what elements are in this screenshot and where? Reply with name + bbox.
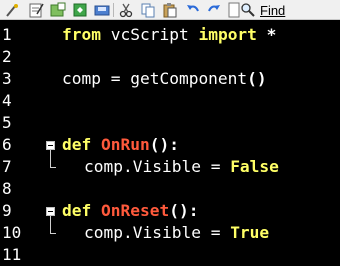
line-number: 1 xyxy=(2,25,12,44)
line-number: 3 xyxy=(2,69,12,88)
code-line-9: def OnReset(): xyxy=(62,200,198,222)
fold-toggle-onrun[interactable] xyxy=(46,141,55,150)
cut-icon[interactable] xyxy=(118,2,134,18)
code-line-1: from vcScript import * xyxy=(62,24,276,46)
function-name: OnRun xyxy=(91,135,150,154)
code-punct: (): xyxy=(169,201,199,220)
line-number: 6 xyxy=(2,135,12,154)
fold-toggle-onreset[interactable] xyxy=(46,207,55,216)
toolbar-separator xyxy=(113,3,114,17)
keyword: False xyxy=(230,157,279,176)
code-punct: (): xyxy=(149,135,179,154)
code-editor[interactable]: 1 2 3 4 5 6 7 8 9 10 11 from vcScript im… xyxy=(0,21,340,265)
keyword: from xyxy=(62,25,101,44)
fold-end xyxy=(50,167,56,168)
code-line-3: comp = getComponent() xyxy=(62,68,267,90)
open-icon[interactable] xyxy=(72,2,88,18)
code-text: comp.Visible = xyxy=(84,157,231,176)
code-text: comp.Visible = xyxy=(84,223,231,242)
undo-icon[interactable] xyxy=(185,2,201,18)
line-number: 4 xyxy=(2,91,12,110)
keyword: def xyxy=(62,135,92,154)
toolbar: Find xyxy=(0,0,340,20)
copy-icon[interactable] xyxy=(140,2,156,18)
keyword: True xyxy=(230,223,270,242)
paste-icon[interactable] xyxy=(162,2,178,18)
line-number: 9 xyxy=(2,201,12,220)
line-number: 8 xyxy=(2,179,12,198)
code-text: * xyxy=(256,25,277,44)
function-name: OnReset xyxy=(91,201,170,220)
code-line-10: comp.Visible = True xyxy=(84,222,269,244)
line-number: 2 xyxy=(2,47,12,66)
line-number: 7 xyxy=(2,157,12,176)
code-line-6: def OnRun(): xyxy=(62,134,179,156)
fold-line xyxy=(50,150,51,167)
find-button[interactable]: Find xyxy=(240,1,300,19)
script-icon[interactable] xyxy=(28,2,44,18)
line-number: 11 xyxy=(2,245,22,264)
code-area[interactable]: from vcScript import * comp = getCompone… xyxy=(62,21,340,265)
code-text: comp = getComponent xyxy=(62,69,248,88)
find-icon xyxy=(241,3,255,17)
fold-line xyxy=(50,216,51,233)
fold-end xyxy=(50,233,56,234)
scissors-wand-icon[interactable] xyxy=(4,2,20,18)
redo-icon[interactable] xyxy=(206,2,222,18)
fold-margin xyxy=(44,21,58,265)
code-punct: () xyxy=(247,69,267,88)
line-number-gutter: 1 2 3 4 5 6 7 8 9 10 11 xyxy=(0,21,44,265)
code-line-7: comp.Visible = False xyxy=(84,156,279,178)
find-label: Find xyxy=(260,2,286,18)
code-text: vcScript xyxy=(100,25,199,44)
keyword: def xyxy=(62,201,92,220)
new-document-icon[interactable] xyxy=(50,2,66,18)
line-number: 10 xyxy=(2,223,22,242)
keyword: import xyxy=(198,25,257,44)
line-number: 5 xyxy=(2,113,12,132)
save-icon[interactable] xyxy=(94,2,110,18)
